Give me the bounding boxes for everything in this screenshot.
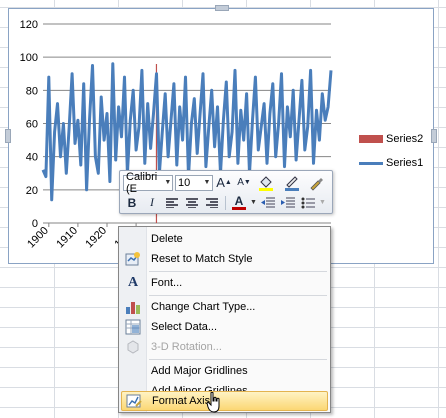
menu-item-change-chart-type[interactable]: Change Chart Type...: [121, 297, 328, 317]
decrease-indent-button[interactable]: [259, 194, 277, 211]
shrink-font-button[interactable]: A ▼: [235, 174, 253, 191]
chevron-down-icon[interactable]: ▼: [164, 179, 172, 186]
align-right-icon: [206, 197, 218, 208]
align-right-button[interactable]: [203, 194, 221, 211]
legend-swatch-series2: [359, 135, 383, 143]
legend-line-series1: [359, 161, 383, 165]
y-tick-label: 40: [26, 152, 38, 164]
menu-separator: [149, 295, 327, 296]
align-center-button[interactable]: [183, 194, 201, 211]
grow-font-button[interactable]: A ▲: [215, 174, 233, 191]
bold-icon: B: [127, 195, 137, 210]
menu-item-label: Font...: [151, 277, 183, 289]
chart-type-icon: [121, 297, 145, 317]
y-tick-label: 80: [26, 85, 38, 97]
align-left-icon: [166, 197, 178, 208]
y-tick-label: 20: [26, 185, 38, 197]
menu-item-add-major-gridlines[interactable]: Add Major Gridlines: [121, 361, 328, 381]
menu-item-format-axis[interactable]: Format Axis...: [121, 391, 328, 411]
increase-indent-icon: [280, 196, 295, 208]
mini-toolbar: Calibri (E ▼ 10 ▼ A ▲ A ▼ B I A ▼ ▼: [119, 170, 333, 214]
menu-item-reset-to-match-style[interactable]: Reset to Match Style: [121, 249, 328, 269]
chart-legend[interactable]: Series2 Series1: [359, 127, 423, 175]
font-name-combo[interactable]: Calibri (E ▼: [123, 171, 173, 195]
bold-button[interactable]: B: [123, 194, 141, 211]
toolbar-separator: [225, 195, 226, 210]
menu-item-label: Reset to Match Style: [151, 253, 253, 265]
x-tick-label: 1920: [83, 225, 109, 251]
mouse-pointer-icon: [206, 392, 220, 413]
pen-icon: [285, 175, 299, 191]
context-menu: Delete Reset to Match Style A Font... Ch…: [118, 226, 331, 413]
menu-item-select-data[interactable]: Select Data...: [121, 317, 328, 337]
select-data-icon: [121, 317, 145, 337]
y-tick-label: 120: [20, 19, 38, 31]
bullets-icon: [301, 197, 315, 208]
italic-button[interactable]: I: [143, 194, 161, 211]
reset-style-icon: [121, 249, 145, 269]
italic-icon: I: [150, 195, 154, 209]
resize-handle-top[interactable]: [215, 5, 229, 11]
legend-label-series1: Series1: [386, 157, 424, 169]
chevron-down-icon[interactable]: ▼: [202, 179, 212, 186]
menu-item-font[interactable]: A Font...: [121, 273, 328, 293]
format-painter-button[interactable]: [307, 174, 325, 191]
font-size-combo[interactable]: 10 ▼: [175, 174, 213, 191]
font-icon: A: [127, 275, 139, 290]
font-color-button[interactable]: A: [230, 194, 248, 211]
resize-handle-left[interactable]: [5, 129, 11, 143]
menu-item-3d-rotation[interactable]: 3-D Rotation...: [121, 337, 328, 357]
format-axis-icon: [122, 391, 146, 411]
legend-entry-series1[interactable]: Series1: [359, 151, 423, 175]
paint-bucket-icon: [259, 175, 273, 191]
rotation-icon: [121, 337, 145, 357]
y-tick-label: 100: [20, 52, 38, 64]
menu-item-label: Delete: [151, 233, 183, 245]
menu-item-label: 3-D Rotation...: [151, 341, 222, 353]
chevron-down-icon[interactable]: ▼: [250, 199, 257, 206]
legend-entry-series2[interactable]: Series2: [359, 127, 423, 151]
bullets-button[interactable]: [299, 194, 317, 211]
font-size-value: 10: [178, 176, 191, 189]
y-tick-label: 0: [32, 218, 38, 230]
legend-label-series2: Series2: [386, 133, 424, 145]
decrease-indent-icon: [260, 196, 275, 208]
grow-font-icon: A: [216, 175, 225, 190]
menu-separator: [149, 359, 327, 360]
menu-item-label: Add Major Gridlines: [151, 365, 248, 377]
menu-item-label: Select Data...: [151, 321, 218, 333]
x-tick-label: 1900: [25, 225, 51, 251]
font-color-icon: A: [234, 194, 244, 208]
menu-item-label: Change Chart Type...: [151, 301, 256, 313]
chevron-down-icon[interactable]: ▼: [319, 199, 326, 206]
font-name-value: Calibri (E: [126, 170, 158, 195]
align-center-icon: [186, 197, 198, 208]
line-color-button[interactable]: [281, 174, 305, 191]
align-left-button[interactable]: [163, 194, 181, 211]
menu-separator: [149, 271, 327, 272]
increase-indent-button[interactable]: [279, 194, 297, 211]
shrink-font-icon: A: [237, 177, 244, 188]
fill-color-button[interactable]: [255, 174, 279, 191]
brush-icon: [310, 177, 323, 191]
y-tick-label: 60: [26, 119, 38, 131]
resize-handle-right[interactable]: [431, 129, 437, 143]
x-tick-label: 1910: [54, 225, 80, 251]
font-color-swatch: [232, 207, 246, 210]
menu-item-delete[interactable]: Delete: [121, 229, 328, 249]
